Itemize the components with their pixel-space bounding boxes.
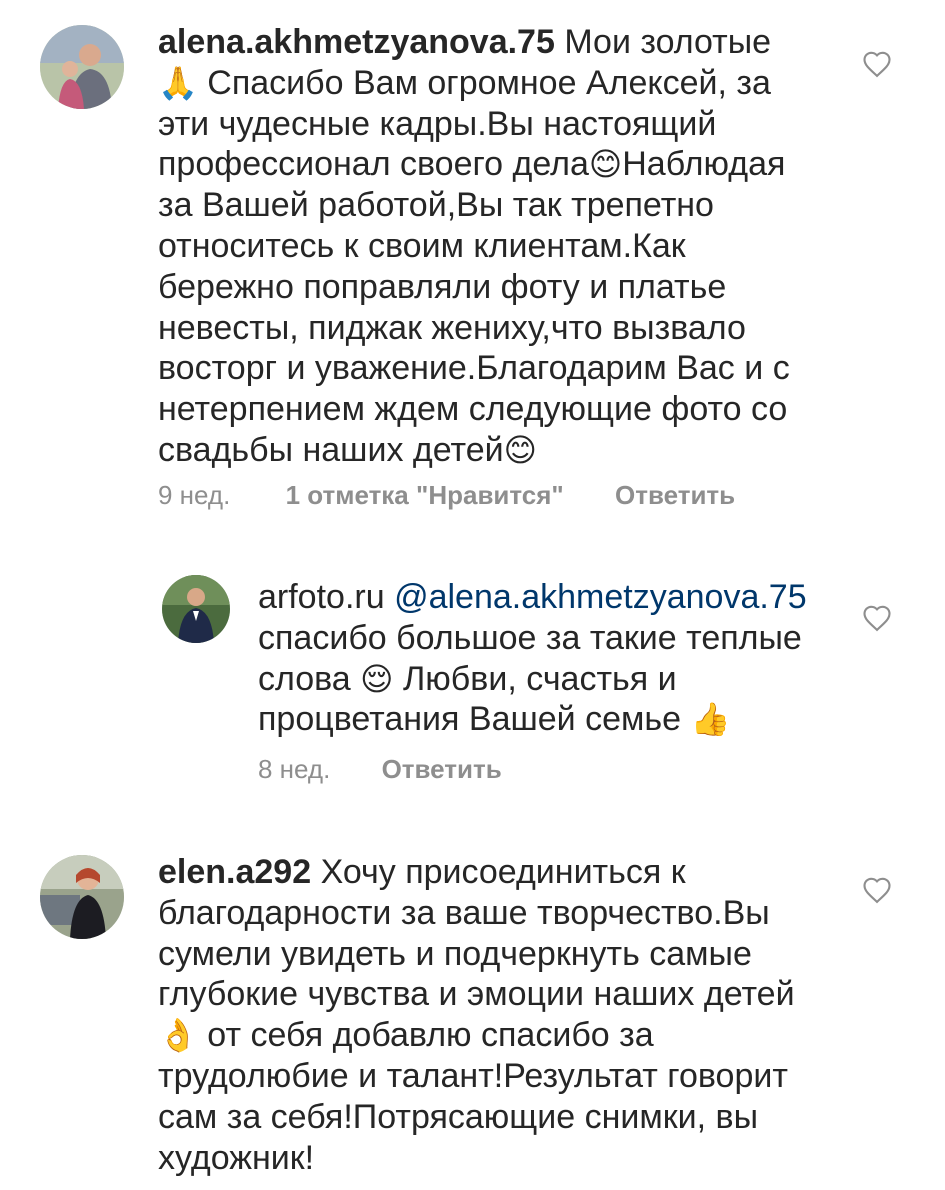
comment-meta: 9 нед. 1 отметка "Нравится" Ответить: [158, 480, 735, 511]
avatar-elen[interactable]: [40, 855, 124, 939]
comment-text: от себя добавлю спасибо за трудолюбие и …: [158, 1016, 788, 1177]
reply-body: arfoto.ru @alena.akhmetzyanova.75 спасиб…: [258, 577, 848, 740]
pray-emoji: 🙏: [158, 63, 198, 102]
comment-body: alena.akhmetzyanova.75 Мои золотые 🙏 Спа…: [158, 22, 828, 471]
avatar-arfoto[interactable]: [162, 575, 230, 643]
comment-1: alena.akhmetzyanova.75 Мои золотые 🙏 Спа…: [0, 0, 945, 520]
avatar-photo: [40, 25, 124, 109]
relieved-emoji: 😌: [360, 659, 394, 698]
mention-link[interactable]: @alena.akhmetzyanova.75: [394, 578, 807, 616]
comment-username[interactable]: arfoto.ru: [258, 578, 385, 616]
likes-count-link[interactable]: 1 отметка "Нравится": [286, 480, 564, 510]
comment-text: Наблюдая за Вашей работой,Вы так трепетн…: [158, 145, 790, 469]
comment-username[interactable]: alena.akhmetzyanova.75: [158, 23, 555, 61]
smile-emoji: 😊: [588, 145, 623, 184]
reply-button[interactable]: Ответить: [615, 480, 735, 510]
thumbs-up-emoji: 👍: [690, 700, 731, 739]
reply-button[interactable]: Ответить: [382, 754, 502, 784]
comment-username[interactable]: elen.a292: [158, 853, 311, 891]
comment-3: elen.a292 Хочу присоединиться к благодар…: [0, 840, 945, 1190]
comment-body: elen.a292 Хочу присоединиться к благодар…: [158, 852, 818, 1178]
avatar-alena[interactable]: [40, 25, 124, 109]
smile-emoji: 😊: [503, 430, 537, 469]
like-heart-icon[interactable]: [862, 604, 892, 632]
comment-meta: 8 нед. Ответить: [258, 754, 502, 785]
avatar-photo: [40, 855, 124, 939]
comment-text: Мои золотые: [554, 23, 772, 61]
like-heart-icon[interactable]: [862, 50, 892, 78]
like-heart-icon[interactable]: [862, 876, 892, 904]
comment-2-reply: arfoto.ru @alena.akhmetzyanova.75 спасиб…: [0, 560, 945, 800]
avatar-photo: [162, 575, 230, 643]
comment-time: 8 нед.: [258, 754, 331, 784]
comment-time: 9 нед.: [158, 480, 231, 510]
ok-hand-emoji: 👌: [158, 1016, 198, 1055]
